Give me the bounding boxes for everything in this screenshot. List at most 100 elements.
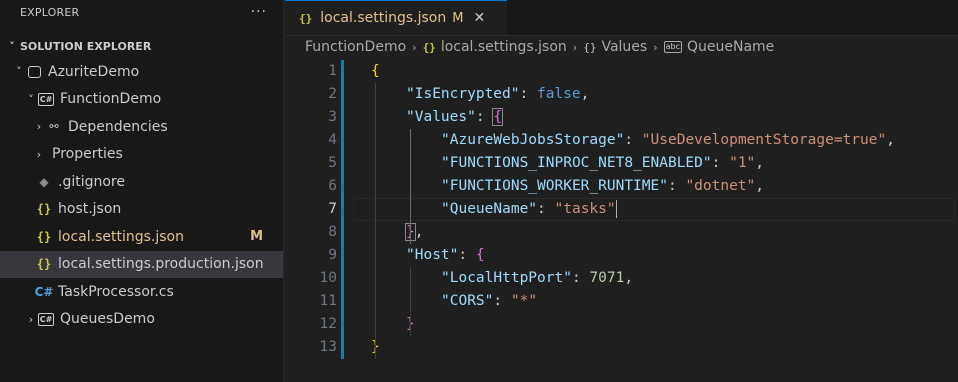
code-token: "FUNCTIONS_INPROC_NET8_ENABLED": [441, 155, 712, 171]
tree-item-taskprocessor-cs[interactable]: C# TaskProcessor.cs: [0, 278, 283, 306]
chevron-right-icon: ›: [572, 40, 578, 54]
json-file-icon: {}: [422, 40, 436, 54]
chevron-right-icon[interactable]: ›: [24, 313, 38, 326]
tree-item-functiondemo[interactable]: ˅ C# FunctionDemo: [0, 86, 283, 114]
tree-item-properties[interactable]: › Properties: [0, 141, 283, 169]
tree-item-label: .gitignore: [58, 173, 125, 190]
chevron-down-icon[interactable]: ˅: [24, 93, 38, 106]
code-token: "CORS": [441, 293, 494, 309]
code-token: :: [711, 155, 730, 171]
code-line[interactable]: 9 "Host": {: [285, 244, 958, 267]
tab-local-settings-json[interactable]: {} local.settings.json M ✕: [285, 0, 507, 35]
code-token: :: [571, 270, 590, 286]
tree-item-label: QueuesDemo: [60, 311, 155, 328]
code-line[interactable]: 4 "AzureWebJobsStorage": "UseDevelopmentS…: [285, 129, 958, 152]
close-icon[interactable]: ✕: [473, 10, 485, 26]
json-icon: {}: [36, 202, 52, 217]
code-line[interactable]: 12}: [285, 313, 958, 336]
git-modified-gutter[interactable]: [341, 152, 344, 175]
code-text: "Host": {: [406, 244, 485, 267]
tree-item-queuesdemo[interactable]: › C# QueuesDemo: [0, 306, 283, 334]
line-number: 4: [328, 132, 337, 148]
git-modified-gutter[interactable]: [341, 267, 344, 290]
tab-label: local.settings.json: [320, 10, 447, 26]
tree-item-label: TaskProcessor.cs: [58, 283, 174, 300]
code-token: "1": [729, 155, 756, 171]
json-icon: {}: [36, 229, 52, 244]
breadcrumb-queuename[interactable]: QueueName: [687, 39, 774, 55]
code-line[interactable]: 6 "FUNCTIONS_WORKER_RUNTIME": "dotnet",: [285, 175, 958, 198]
breadcrumb-values[interactable]: Values: [601, 39, 647, 55]
git-modified-gutter[interactable]: [341, 129, 344, 152]
tree-item-local-settings-production-json[interactable]: {} local.settings.production.json: [0, 250, 283, 278]
code-text: "FUNCTIONS_WORKER_RUNTIME": "dotnet",: [441, 175, 764, 198]
code-token: "FUNCTIONS_WORKER_RUNTIME": [441, 178, 668, 194]
code-token: {: [492, 108, 504, 126]
git-modified-gutter[interactable]: [341, 221, 344, 244]
indent-guide: [375, 83, 376, 359]
solution-explorer-section[interactable]: ˅ SOLUTION EXPLORER: [0, 34, 283, 58]
code-token: "dotnet": [685, 178, 756, 194]
breadcrumb-project[interactable]: FunctionDemo: [305, 39, 406, 55]
code-token: :: [519, 86, 537, 102]
code-token: :: [667, 178, 686, 194]
solution-icon: [26, 64, 42, 80]
code-text: "IsEncrypted": false,: [406, 83, 589, 106]
explorer-sidebar: EXPLORER ··· ˅ SOLUTION EXPLORER ˅ Azurit…: [0, 0, 284, 382]
code-editor[interactable]: 1{2 "IsEncrypted": false, 3 "Values": { 4 "Az…: [285, 60, 958, 382]
code-token: "Values": [406, 109, 476, 125]
line-number: 11: [319, 293, 337, 309]
code-text: "QueueName": "tasks": [441, 198, 617, 221]
tree-item-gitignore[interactable]: ◆ .gitignore: [0, 168, 283, 196]
string-icon: abc: [663, 41, 682, 53]
chevron-right-icon[interactable]: ›: [32, 120, 46, 133]
code-token: ,: [755, 178, 765, 194]
code-line[interactable]: 3 "Values": {: [285, 106, 958, 129]
code-line[interactable]: 1{: [285, 60, 958, 83]
modified-badge: M: [250, 229, 263, 245]
tree-item-local-settings-json[interactable]: {} local.settings.json M: [0, 223, 283, 251]
git-modified-gutter[interactable]: [341, 106, 344, 129]
more-actions-icon[interactable]: ···: [251, 4, 267, 20]
json-file-icon: {}: [299, 11, 313, 25]
code-line[interactable]: 2 "IsEncrypted": false,: [285, 83, 958, 106]
code-line[interactable]: 5 "FUNCTIONS_INPROC_NET8_ENABLED": "1",: [285, 152, 958, 175]
git-modified-gutter[interactable]: [341, 290, 344, 313]
git-modified-gutter[interactable]: [341, 336, 344, 359]
indent-guide: [410, 267, 411, 336]
code-line[interactable]: 10 "LocalHttpPort": 7071,: [285, 267, 958, 290]
tree-item-label: AzuriteDemo: [48, 63, 140, 80]
code-token: :: [537, 201, 555, 217]
tree-item-label: local.settings.production.json: [58, 256, 264, 273]
git-modified-gutter[interactable]: [341, 175, 344, 198]
line-number: 12: [319, 316, 337, 332]
code-line[interactable]: 7 "QueueName": "tasks": [285, 198, 958, 221]
git-modified-gutter[interactable]: [341, 244, 344, 267]
tree-item-label: FunctionDemo: [60, 91, 162, 108]
git-modified-gutter[interactable]: [341, 83, 344, 106]
code-text: "AzureWebJobsStorage": "UseDevelopmentSt…: [441, 129, 895, 152]
object-icon: {}: [583, 40, 597, 54]
git-modified-gutter[interactable]: [341, 198, 344, 221]
csharp-icon: C#: [34, 284, 54, 299]
tree-item-dependencies[interactable]: › ⚯ Dependencies: [0, 113, 283, 141]
code-token: "IsEncrypted": [406, 86, 520, 102]
chevron-down-icon: ˅: [9, 39, 15, 53]
git-modified-gutter[interactable]: [341, 60, 344, 83]
tree-item-azuritedemo[interactable]: ˅ AzuriteDemo: [0, 58, 283, 86]
code-token: false: [536, 86, 581, 102]
code-token: ,: [755, 155, 765, 171]
tab-bar: {} local.settings.json M ✕: [285, 0, 958, 36]
git-modified-gutter[interactable]: [341, 313, 344, 336]
breadcrumb-file[interactable]: local.settings.json: [441, 39, 567, 55]
chevron-right-icon[interactable]: ›: [32, 148, 46, 161]
code-line[interactable]: 13}: [285, 336, 958, 359]
code-token: :: [624, 132, 642, 148]
code-line[interactable]: 11 "CORS": "*": [285, 290, 958, 313]
code-token: ,: [414, 224, 424, 240]
chevron-down-icon[interactable]: ˅: [12, 65, 26, 78]
solution-box: [27, 65, 41, 78]
code-line[interactable]: 8},: [285, 221, 958, 244]
code-token: {: [371, 63, 380, 79]
tree-item-host-json[interactable]: {} host.json: [0, 196, 283, 224]
